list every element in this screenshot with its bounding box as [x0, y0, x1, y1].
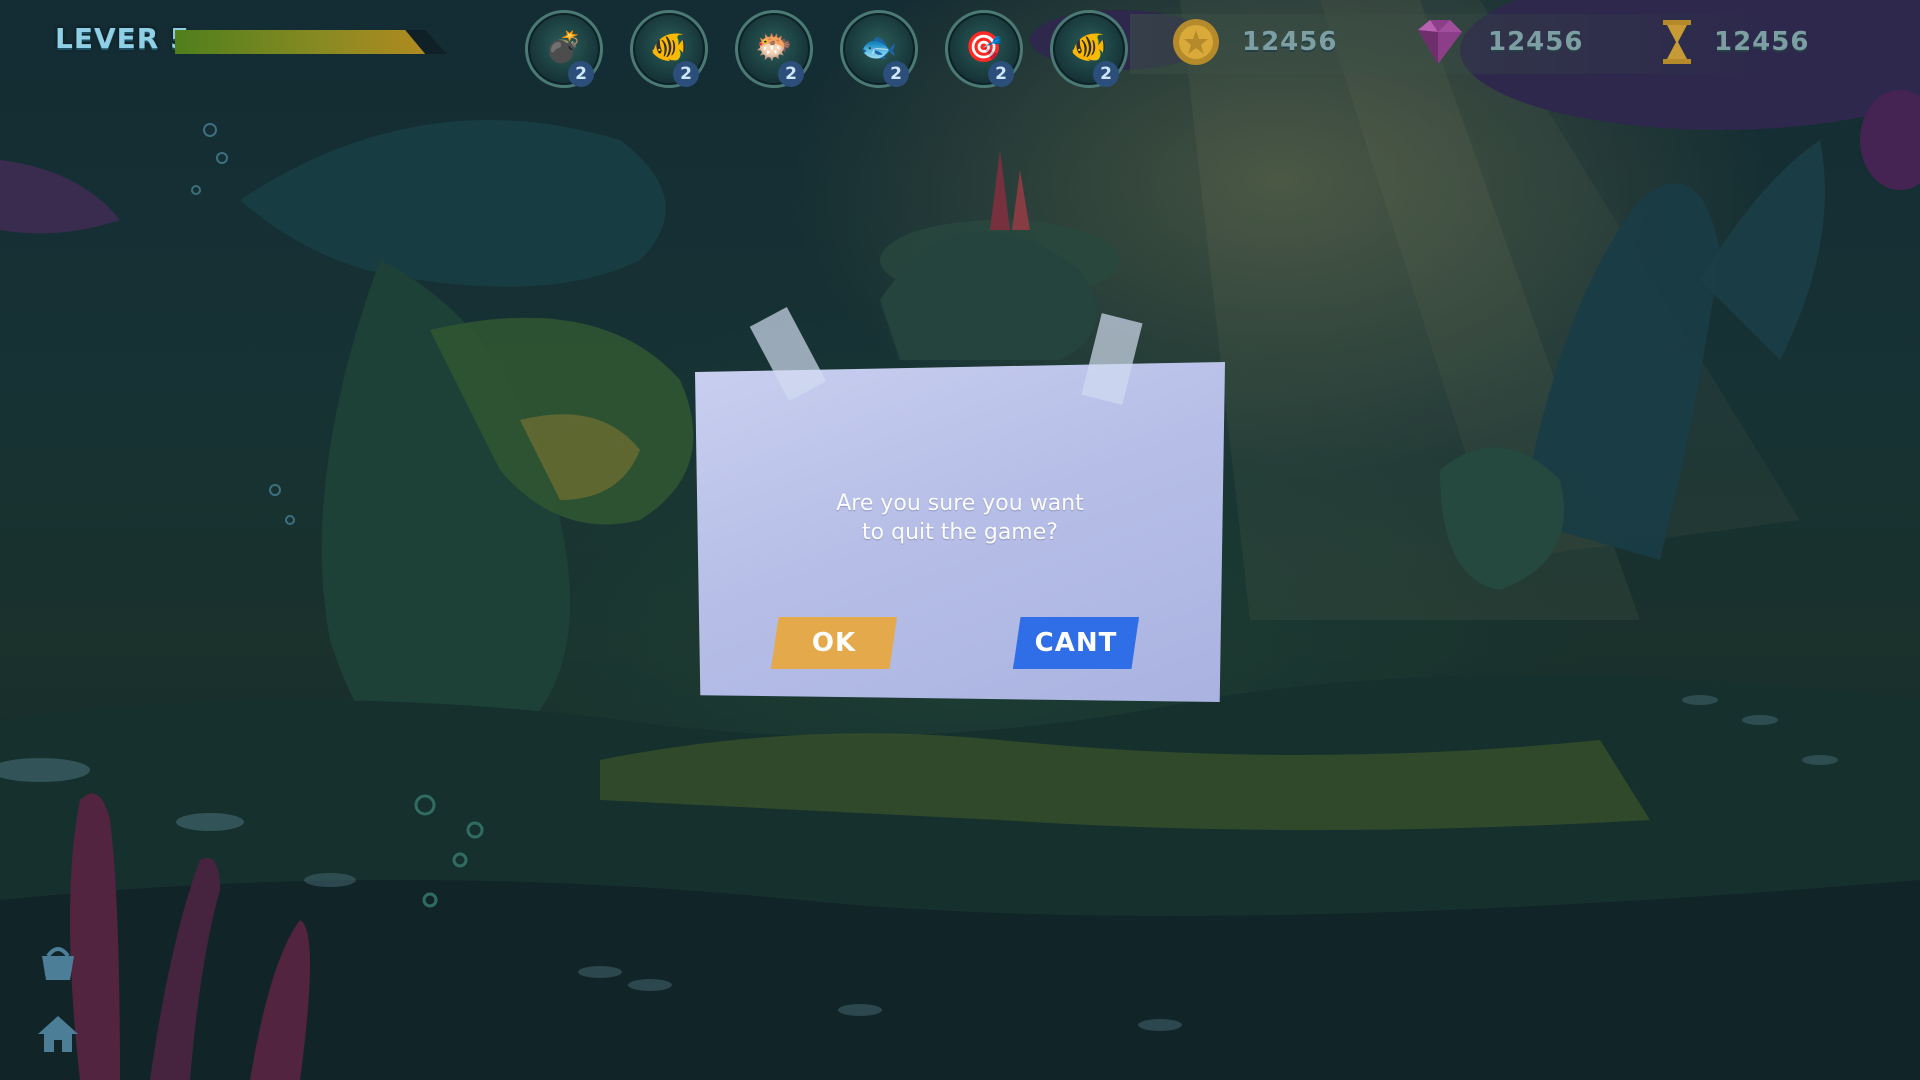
ok-button[interactable]: OK [771, 617, 897, 669]
red-fish-icon: 🐟 [860, 29, 898, 65]
powerup-count: 2 [883, 61, 909, 87]
gems-counter: 12456 [1408, 16, 1583, 68]
dialog-message: Are you sure you want to quit the game? [695, 489, 1225, 547]
lifebuoy-icon: 🎯 [965, 29, 1003, 65]
powerup-bar: 💣 2 🐠 2 🐡 2 🐟 2 🎯 2 🐠 2 [525, 10, 1128, 88]
top-hud: LEVER 5 💣 2 🐠 2 🐡 2 🐟 2 🎯 2 🐠 2 12456 12… [0, 0, 1920, 90]
powerup-slot-gold-fish-2[interactable]: 🐠 2 [1050, 10, 1128, 88]
powerup-count: 2 [988, 61, 1014, 87]
cancel-button[interactable]: CANT [1013, 617, 1139, 669]
hourglass-icon [1663, 20, 1691, 64]
powerup-slot-bomb[interactable]: 💣 2 [525, 10, 603, 88]
coin-icon [1173, 19, 1219, 65]
quit-confirm-dialog: Are you sure you want to quit the game? … [695, 307, 1225, 702]
level-label: LEVER 5 [55, 22, 191, 55]
level-progress-bar [175, 30, 447, 54]
gold-fish-x2-icon: 🐠 [650, 29, 688, 65]
level-progress-fill [175, 30, 426, 54]
powerup-slot-lifebuoy[interactable]: 🎯 2 [945, 10, 1023, 88]
gems-value: 12456 [1488, 27, 1584, 57]
gold-fish-x2-icon: 🐠 [1070, 29, 1108, 65]
dialog-message-line-1: Are you sure you want [836, 491, 1084, 516]
powerup-slot-gold-fish[interactable]: 🐠 2 [630, 10, 708, 88]
dialog-message-line-2: to quit the game? [862, 520, 1058, 545]
powerup-count: 2 [1093, 61, 1119, 87]
shop-basket-icon[interactable] [36, 940, 80, 984]
coins-value: 12456 [1242, 27, 1338, 57]
timer-value: 12456 [1714, 27, 1810, 57]
timer-counter: 12456 [1660, 16, 1809, 68]
orange-fish-icon: 🐡 [755, 29, 793, 65]
powerup-slot-red-fish[interactable]: 🐟 2 [840, 10, 918, 88]
powerup-count: 2 [568, 61, 594, 87]
powerup-slot-orange-fish[interactable]: 🐡 2 [735, 10, 813, 88]
coins-counter: 12456 [1170, 16, 1337, 68]
powerup-count: 2 [673, 61, 699, 87]
powerup-count: 2 [778, 61, 804, 87]
home-icon[interactable] [36, 1012, 80, 1056]
gem-icon [1418, 20, 1462, 64]
bomb-icon: 💣 [545, 29, 583, 65]
